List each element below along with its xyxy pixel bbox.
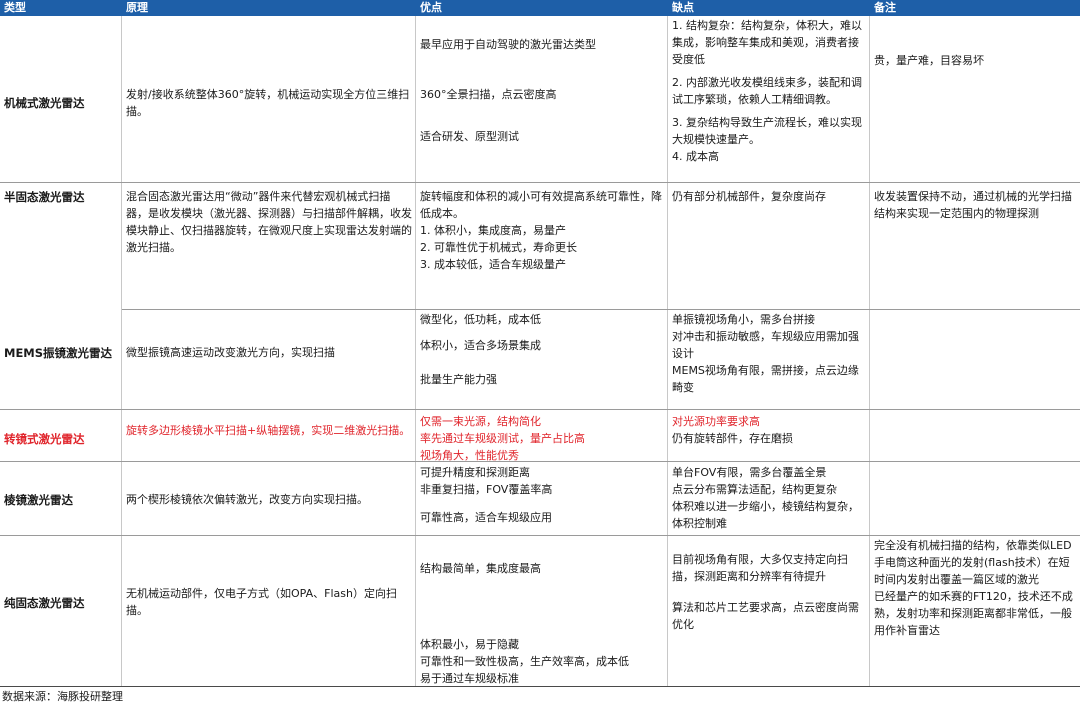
- principle-cell: 微型振镜高速运动改变激光方向，实现扫描: [126, 346, 335, 359]
- notes-cell: 收发装置保持不动，通过机械的光学扫描结构来实现一定范围内的物理探测: [874, 190, 1072, 220]
- cons-item: 对冲击和振动敏感，车规级应用需加强设计: [672, 330, 859, 360]
- principle-cell: 无机械运动部件，仅电子方式（如OPA、Flash）定向扫描。: [126, 587, 397, 617]
- pros-item: 最早应用于自动驾驶的激光雷达类型: [420, 38, 596, 51]
- cons-item: 1. 结构复杂：结构复杂，体积大，难以集成，影响整车集成和美观，消费者接受度低: [672, 19, 862, 66]
- row-divider: [0, 535, 1080, 536]
- cons-cell: 单振镜视场角小，需多台拼接 对冲击和振动敏感，车规级应用需加强设计 MEMS视场…: [668, 311, 870, 396]
- pros-item: 适合研发、原型测试: [420, 130, 519, 143]
- pros-cell: 结构最简单，集成度最高: [416, 560, 668, 577]
- pros-item: 可靠性高，适合车规级应用: [420, 511, 552, 524]
- type-cell: 纯固态激光雷达: [4, 595, 85, 610]
- principle-cell: 混合固态激光雷达用“微动”器件来代替宏观机械式扫描器，是收发模块（激光器、探测器…: [126, 190, 412, 254]
- pros-cell: 微型化，低功耗，成本低: [416, 311, 668, 328]
- cons-item: 仍有旋转部件，存在磨损: [672, 432, 793, 445]
- pros-item: 微型化，低功耗，成本低: [420, 313, 541, 326]
- cons-cell: 对光源功率要求高 仍有旋转部件，存在磨损: [668, 413, 870, 447]
- lidar-comparison-table: 类型 原理 优点 缺点 备注 机械式激光雷达 发射/接收系统整体360°旋转，机…: [0, 0, 1080, 705]
- type-cell: 机械式激光雷达: [4, 95, 85, 110]
- row-divider: [122, 309, 1080, 310]
- cons-item: 3. 复杂结构导致生产流程长，难以实现大规模快速量产。: [672, 116, 862, 146]
- pros-item: 易于通过车规级标准: [420, 672, 519, 685]
- header-notes: 备注: [874, 1, 896, 14]
- cons-item: 单振镜视场角小，需多台拼接: [672, 313, 815, 326]
- pros-item: 1. 体积小，集成度高，易量产: [420, 224, 566, 237]
- pros-item: 率先通过车规级测试，量产占比高: [420, 432, 585, 445]
- pros-item: 视场角大，性能优秀: [420, 449, 519, 462]
- type-cell: 棱镜激光雷达: [4, 492, 73, 507]
- cons-item: 体积难以进一步缩小，棱镜结构复杂，体积控制难: [672, 500, 859, 530]
- cons-item: 2. 内部激光收发模组线束多，装配和调试工序繁琐，依赖人工精细调教。: [672, 76, 862, 106]
- cons-item: MEMS视场角有限，需拼接，点云边缘畸变: [672, 364, 859, 394]
- pros-item: 结构最简单，集成度最高: [420, 562, 541, 575]
- pros-item: 旋转幅度和体积的减小可有效提高系统可靠性，降低成本。: [420, 190, 662, 220]
- header-cons: 缺点: [672, 1, 694, 14]
- pros-cell: 仅需一束光源，结构简化 率先通过车规级测试，量产占比高 视场角大，性能优秀: [416, 413, 668, 464]
- pros-item: 2. 可靠性优于机械式，寿命更长: [420, 241, 577, 254]
- cons-item: 4. 成本高: [672, 150, 719, 163]
- pros-cell: 体积小，适合多场景集成: [416, 337, 668, 354]
- cons-item: 点云分布需算法适配，结构更复杂: [672, 483, 837, 496]
- cons-item: 对光源功率要求高: [672, 415, 760, 428]
- type-cell: 转镜式激光雷达: [4, 431, 85, 446]
- principle-cell: 发射/接收系统整体360°旋转，机械运动实现全方位三维扫描。: [126, 88, 410, 118]
- notes-cell: 完全没有机械扫描的结构，依靠类似LED手电筒这种面光的发射(flash技术）在短…: [874, 539, 1073, 637]
- pros-cell: 360°全景扫描，点云密度高: [416, 86, 668, 103]
- pros-item: 可靠性和一致性极高，生产效率高，成本低: [420, 655, 629, 668]
- row-divider: [0, 409, 1080, 410]
- principle-cell: 旋转多边形棱镜水平扫描+纵轴摆镜，实现二维激光扫描。: [126, 424, 411, 437]
- pros-item: 体积最小，易于隐藏: [420, 638, 519, 651]
- cons-cell: 目前视场角有限，大多仅支持定向扫描，探测距离和分辨率有待提升 算法和芯片工艺要求…: [668, 551, 870, 633]
- data-source-note: 数据来源：海豚投研整理: [2, 690, 123, 703]
- pros-item: 非重复扫描，FOV覆盖率高: [420, 483, 553, 496]
- pros-cell: 可提升精度和探测距离 非重复扫描，FOV覆盖率高: [416, 464, 668, 498]
- pros-item: 360°全景扫描，点云密度高: [420, 88, 557, 101]
- notes-cell: 贵，量产难，目容易坏: [874, 54, 984, 67]
- cons-cell: 单台FOV有限，需多台覆盖全景 点云分布需算法适配，结构更复杂 体积难以进一步缩…: [668, 464, 870, 532]
- pros-cell: 旋转幅度和体积的减小可有效提高系统可靠性，降低成本。 1. 体积小，集成度高，易…: [416, 188, 668, 273]
- header-pros: 优点: [420, 1, 442, 14]
- pros-item: 可提升精度和探测距离: [420, 466, 530, 479]
- pros-cell: 适合研发、原型测试: [416, 128, 668, 145]
- pros-cell: 体积最小，易于隐藏 可靠性和一致性极高，生产效率高，成本低 易于通过车规级标准: [416, 636, 668, 687]
- type-cell: 半固态激光雷达: [4, 189, 85, 204]
- pros-cell: 批量生产能力强: [416, 371, 668, 388]
- pros-item: 体积小，适合多场景集成: [420, 339, 541, 352]
- cons-item: 单台FOV有限，需多台覆盖全景: [672, 466, 827, 479]
- header-principle: 原理: [126, 1, 148, 14]
- cons-cell: 1. 结构复杂：结构复杂，体积大，难以集成，影响整车集成和美观，消费者接受度低 …: [668, 17, 870, 165]
- header-type: 类型: [4, 1, 26, 14]
- pros-item: 仅需一束光源，结构简化: [420, 415, 541, 428]
- row-divider: [0, 182, 1080, 183]
- cons-cell: 仍有部分机械部件，复杂度尚存: [672, 190, 826, 203]
- pros-item: 3. 成本较低，适合车规级量产: [420, 258, 566, 271]
- cons-item: 目前视场角有限，大多仅支持定向扫描，探测距离和分辨率有待提升: [672, 553, 848, 583]
- principle-cell: 两个楔形棱镜依次偏转激光，改变方向实现扫描。: [126, 493, 368, 506]
- pros-cell: 可靠性高，适合车规级应用: [416, 509, 668, 526]
- cons-item: 算法和芯片工艺要求高，点云密度尚需优化: [672, 601, 859, 631]
- pros-item: 批量生产能力强: [420, 373, 497, 386]
- pros-cell: 最早应用于自动驾驶的激光雷达类型: [416, 36, 668, 53]
- type-cell: MEMS振镜激光雷达: [4, 345, 113, 360]
